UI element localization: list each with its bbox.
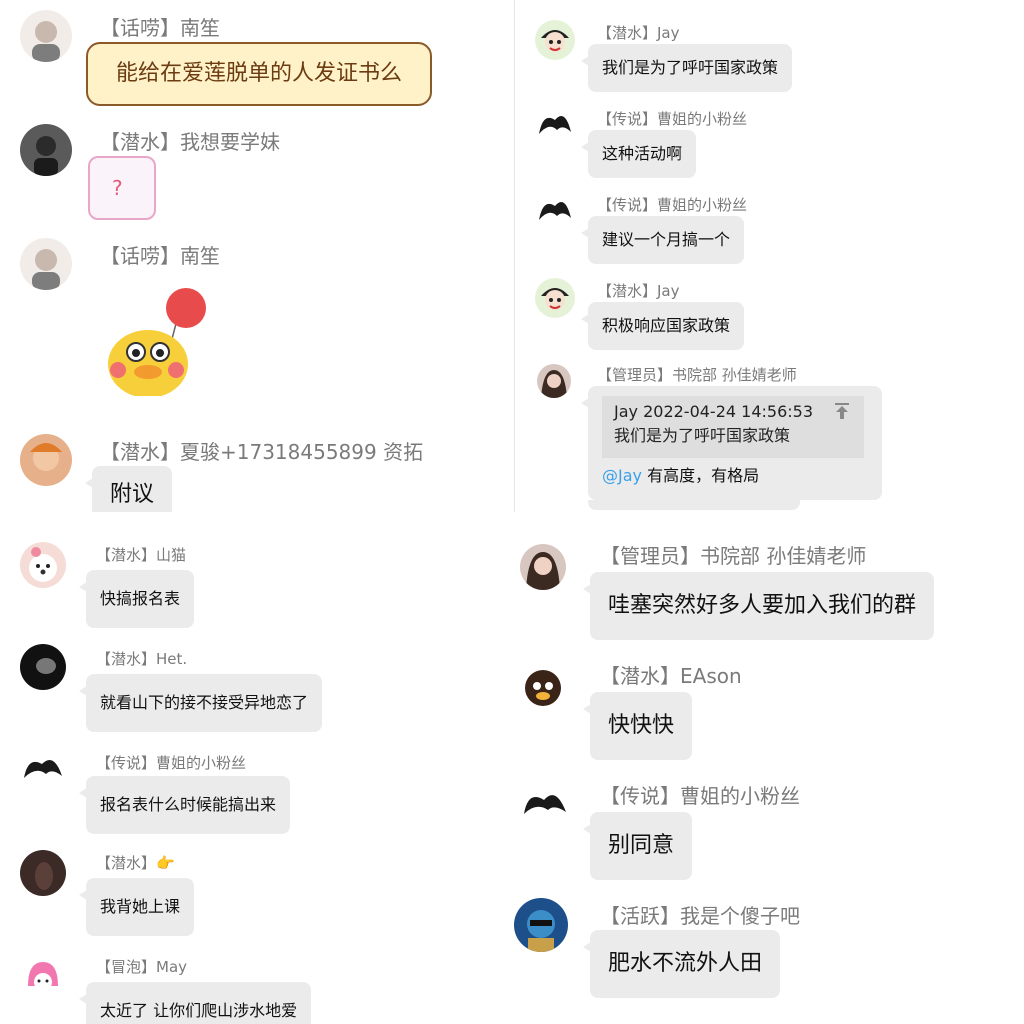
ink-figure-icon (539, 116, 571, 134)
avatar-nansheng[interactable] (20, 10, 72, 62)
person-icon (541, 370, 567, 398)
message-bubble[interactable]: 快快快 (582, 692, 693, 760)
cartoon-face-icon (525, 670, 561, 706)
avatar-nansheng[interactable] (20, 238, 72, 290)
sender-name: 【传说】曹姐的小粉丝 (597, 110, 748, 128)
sender-name: 【传说】曹姐的小粉丝 (600, 784, 800, 808)
sender-name: 【话唠】南笙 (100, 16, 220, 40)
duck-sticker[interactable] (90, 276, 214, 398)
quote-header: Jay 2022-04-24 14:56:53 (614, 402, 814, 421)
sender-name: 【潜水】Jay (597, 24, 680, 42)
reply-bubble[interactable]: Jay 2022-04-24 14:56:53 我们是为了呼吁国家政策 @Jay… (581, 386, 882, 500)
hero-mask-icon (527, 910, 555, 952)
sender-name: 【潜水】我想要学妹 (100, 130, 280, 154)
sender-name: 【传说】曹姐的小粉丝 (96, 754, 247, 772)
partial-bubble (588, 500, 800, 510)
dog-icon (29, 547, 57, 582)
sender-name: 【潜水】夏骏+17318455899 资拓 (100, 440, 424, 464)
avatar-user[interactable] (20, 850, 66, 896)
avatar-xiajun[interactable] (20, 434, 72, 486)
sender-name: 【潜水】Jay (597, 282, 680, 300)
chat-panel-bottom-left: 【潜水】山猫 快搞报名表 【潜水】Het. 就看山下的接不接受异地恋了 【传说】… (0, 512, 512, 1024)
pointing-hand-icon: 👉 (156, 854, 175, 872)
sender-name: 【话唠】南笙 (100, 244, 220, 268)
avatar-het[interactable] (20, 644, 66, 690)
chat-panel-top-right: 【潜水】Jay 我们是为了呼吁国家政策 【传说】曹姐的小粉丝 这种活动啊 【传说… (514, 0, 1024, 512)
avatar-user[interactable] (20, 124, 72, 176)
message-bubble[interactable]: 太近了 让你们爬山涉水地爱 (78, 982, 312, 1024)
sender-name: 【潜水】Het. (96, 650, 188, 668)
sender-name: 【管理员】书院部 孙佳婧老师 (597, 366, 797, 384)
message-bubble[interactable]: 别同意 (582, 812, 693, 880)
sender-name: 【活跃】我是个傻子吧 (600, 904, 800, 928)
avatar-caojie-fan[interactable] (535, 192, 575, 232)
message-bubble[interactable]: 快搞报名表 (78, 570, 195, 628)
message-bubble[interactable]: 这种活动啊 (580, 130, 697, 178)
message-bubble[interactable]: 我们是为了呼吁国家政策 (580, 44, 793, 92)
message-bubble[interactable]: 积极响应国家政策 (580, 302, 745, 350)
ink-figure-icon (524, 795, 566, 814)
person-icon (35, 862, 53, 890)
sender-name: 【潜水】山猫 (96, 546, 187, 564)
message-bubble[interactable]: 就看山下的接不接受异地恋了 (78, 674, 323, 732)
person-icon (34, 136, 58, 176)
avatar-caojie-fan[interactable] (535, 106, 575, 146)
quote-text: 我们是为了呼吁国家政策 (614, 426, 791, 445)
sender-name: 【潜水】EAson (600, 664, 742, 688)
sender-name: 【冒泡】May (96, 958, 188, 976)
cartoon-face-icon (541, 288, 569, 310)
avatar-caojie-fan[interactable] (520, 782, 570, 832)
person-icon (32, 249, 60, 290)
person-icon (32, 21, 60, 62)
avatar-jay[interactable] (535, 20, 575, 60)
message-bubble[interactable]: 报名表什么时候能搞出来 (78, 776, 291, 834)
chat-panel-bottom-right: 【管理员】书院部 孙佳婧老师 哇塞突然好多人要加入我们的群 【潜水】EAson … (512, 512, 1024, 1024)
sender-name: 【传说】曹姐的小粉丝 (597, 196, 748, 214)
sticker-question[interactable]: ? (88, 156, 156, 220)
avatar-jay[interactable] (535, 278, 575, 318)
message-bubble[interactable]: 附议 (84, 466, 173, 512)
cartoon-face-icon (541, 30, 569, 52)
message-bubble-decorated[interactable]: 能给在爱莲脱单的人发证书么 (86, 42, 432, 106)
person-icon (36, 658, 56, 674)
avatar-may[interactable] (20, 956, 66, 1002)
sticker-text: ? (112, 176, 123, 200)
reply-text: 有高度，有格局 (642, 466, 760, 485)
avatar-caojie-fan[interactable] (20, 748, 66, 794)
message-bubble[interactable]: 哇塞突然好多人要加入我们的群 (582, 572, 935, 640)
message-bubble[interactable]: 我背她上课 (78, 878, 195, 936)
message-bubble[interactable]: 建议一个月搞一个 (580, 216, 745, 264)
avatar-user[interactable] (514, 898, 568, 952)
sender-name: 【管理员】书院部 孙佳婧老师 (600, 544, 867, 568)
avatar-shanmao[interactable] (20, 542, 66, 588)
avatar-sun-teacher[interactable] (520, 544, 566, 590)
chat-panel-top-left: 【话唠】南笙 能给在爱莲脱单的人发证书么 【潜水】我想要学妹 ? 【话唠】南笙 … (0, 0, 512, 512)
sender-tag: 【潜水】 (96, 854, 157, 872)
jump-to-top-icon[interactable] (834, 402, 850, 420)
quoted-message[interactable]: Jay 2022-04-24 14:56:53 我们是为了呼吁国家政策 (602, 396, 864, 458)
person-icon (526, 552, 560, 590)
avatar-eason[interactable] (520, 664, 566, 710)
ink-figure-icon (539, 202, 571, 220)
pink-character-icon (28, 962, 58, 991)
message-bubble[interactable]: 肥水不流外人田 (582, 930, 781, 998)
mention-link[interactable]: @Jay (602, 466, 642, 485)
avatar-sun-teacher[interactable] (537, 364, 571, 398)
person-icon (30, 443, 62, 471)
duck-balloon-icon (108, 288, 206, 398)
ink-figure-icon (24, 760, 62, 778)
sender-name: 【潜水】👉 (96, 852, 175, 873)
